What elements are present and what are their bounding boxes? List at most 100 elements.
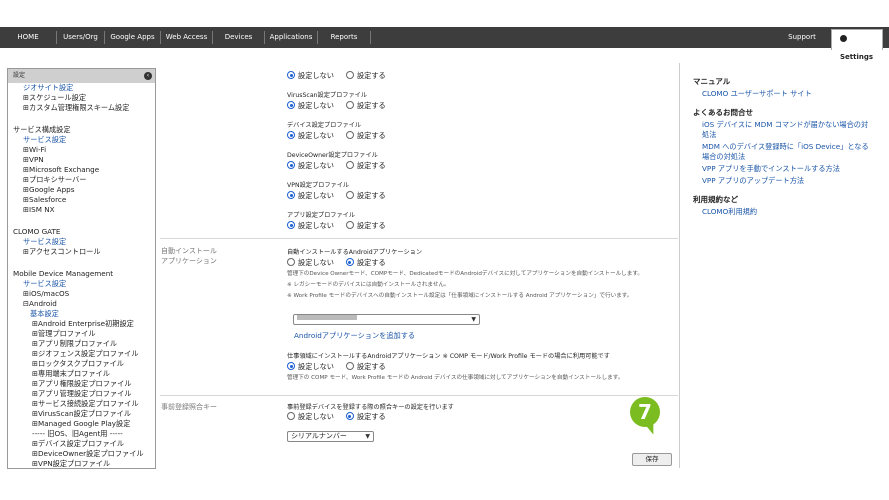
sidebar-item-salesforce[interactable]: ⊞Salesforce — [23, 195, 66, 204]
sidebar-item-device-profile[interactable]: ⊞デバイス設定プロファイル — [32, 439, 124, 449]
radio-on[interactable] — [345, 362, 354, 370]
radio-on[interactable] — [345, 191, 354, 199]
tab-web-access[interactable]: Web Access — [161, 27, 212, 48]
sidebar-section-service-config: サービス構成設定 — [13, 125, 71, 134]
sidebar-item-app-restriction[interactable]: ⊞アプリ制限プロファイル — [32, 339, 117, 349]
sidebar-header: 設定 ‹ — [8, 69, 155, 83]
radio-off[interactable] — [287, 191, 295, 199]
sidebar-item-app-permission[interactable]: ⊞アプリ権限設定プロファイル — [32, 379, 131, 389]
sidebar-item-ae-initial[interactable]: ⊞Android Enterprise初期設定 — [32, 319, 134, 329]
tab-support[interactable]: Support — [780, 27, 824, 48]
prereg-title: 事前登録デバイスを登録する際の照合キーの設定を行います — [287, 404, 454, 411]
radio-off[interactable] — [287, 412, 295, 420]
sidebar-item-geofence[interactable]: ⊞ジオフェンス設定プロファイル — [32, 349, 139, 359]
sidebar-item-ios-macos[interactable]: ⊞iOS/macOS — [23, 289, 69, 298]
tab-users-org[interactable]: Users/Org — [57, 27, 104, 48]
sidebar-item-proxy[interactable]: ⊞プロキシサーバー — [23, 175, 86, 185]
sidebar-item-locktask[interactable]: ⊞ロックタスクプロファイル — [32, 359, 124, 369]
radio-off-label: 設定しない — [298, 191, 334, 200]
radio-off[interactable] — [287, 71, 295, 79]
sidebar-item-ism-nx[interactable]: ⊞ISM NX — [23, 205, 55, 214]
sidebar-item-mdm-service[interactable]: サービス設定 — [23, 279, 66, 289]
radio-off[interactable] — [287, 221, 295, 229]
tab-applications[interactable]: Applications — [265, 27, 317, 48]
radio-off[interactable] — [287, 362, 295, 370]
save-button[interactable]: 保存 — [632, 453, 672, 466]
faq-link-vpp-update[interactable]: VPP アプリのアップデート方法 — [702, 176, 804, 186]
sidebar-item-exchange[interactable]: ⊞Microsoft Exchange — [23, 165, 99, 174]
radio-on[interactable] — [345, 161, 354, 169]
faq-link-mdm-command[interactable]: iOS デバイスに MDM コマンドが届かない場合の対 — [702, 120, 868, 130]
radio-off[interactable] — [287, 161, 295, 169]
sidebar-item-deviceowner-profile[interactable]: ⊞DeviceOwner設定プロファイル — [32, 449, 144, 459]
faq-link-mdm-command-cont[interactable]: 処法 — [702, 130, 716, 140]
sidebar-item-managed-google-play[interactable]: ⊞Managed Google Play設定 — [32, 419, 130, 429]
sidebar-item-service-settings[interactable]: サービス設定 — [23, 135, 66, 145]
sidebar-item-geosite[interactable]: ジオサイト設定 — [23, 83, 73, 93]
radio-group-prev: 設定しない 設定する — [287, 71, 386, 81]
radio-off[interactable] — [287, 101, 295, 109]
sidebar-item-vpn[interactable]: ⊞VPN — [23, 155, 44, 164]
sidebar-item-dedicated[interactable]: ⊞専用端末プロファイル — [32, 369, 110, 379]
radio-on[interactable] — [345, 101, 354, 109]
radio-off-label: 設定しない — [298, 71, 334, 80]
sidebar-item-basic-settings[interactable]: 基本設定 — [30, 309, 59, 319]
terms-link[interactable]: CLOMO利用規約 — [702, 207, 757, 217]
collapse-icon[interactable]: ‹ — [144, 72, 152, 80]
sidebar-section-mdm: Mobile Device Management — [13, 269, 114, 278]
sidebar-item-vpn-profile[interactable]: ⊞VPN設定プロファイル — [32, 459, 110, 468]
radio-group-deviceowner: 設定しない 設定する — [287, 161, 386, 171]
sidebar-item-management-profile[interactable]: ⊞管理プロファイル — [32, 329, 96, 339]
radio-off-label: 設定しない — [298, 412, 334, 421]
prereg-key-select[interactable]: シリアルナンバー ▼ — [287, 431, 374, 442]
radio-off-label: 設定しない — [298, 258, 334, 267]
sidebar-section-clomo-gate: CLOMO GATE — [13, 227, 61, 236]
faq-link-ios-device-cont[interactable]: 場合の対処法 — [702, 152, 745, 162]
tab-devices[interactable]: Devices — [213, 27, 264, 48]
android-app-select[interactable]: ▼ — [293, 314, 480, 325]
add-android-app-link[interactable]: Androidアプリケーションを追加する — [294, 331, 415, 341]
profile-label-vpn: VPN設定プロファイル — [287, 182, 350, 189]
radio-group-auto-install: 設定しない 設定する — [287, 258, 386, 268]
tab-settings[interactable]: Settings — [831, 29, 883, 61]
radio-on[interactable] — [345, 131, 354, 139]
tab-home[interactable]: HOME — [0, 27, 56, 48]
radio-on[interactable] — [345, 71, 354, 79]
radio-on-label: 設定する — [356, 362, 386, 371]
sidebar-item-gate-service[interactable]: サービス設定 — [23, 237, 66, 247]
radio-group-prereg: 設定しない 設定する — [287, 412, 386, 422]
sidebar-divider-legacy: ----- 旧OS、旧Agent用 ----- — [32, 429, 123, 438]
faq-link-ios-device[interactable]: MDM へのデバイス登録時に「iOS Device」となる — [702, 142, 869, 152]
nav-divider — [370, 31, 371, 44]
sidebar-item-custom-permission[interactable]: ⊞カスタム管理権限スキーム設定 — [23, 103, 129, 113]
profile-label-deviceowner: DeviceOwner設定プロファイル — [287, 152, 378, 159]
radio-on-label: 設定する — [356, 412, 386, 421]
radio-on-label: 設定する — [356, 258, 386, 267]
work-profile-note: 管理下の COMP モード、Work Profile モードの Android … — [287, 375, 624, 381]
faq-link-vpp-manual[interactable]: VPP アプリを手動でインストールする方法 — [702, 164, 840, 174]
sidebar-item-google-apps[interactable]: ⊞Google Apps — [23, 185, 74, 194]
radio-on[interactable] — [345, 412, 354, 420]
tab-reports[interactable]: Reports — [318, 27, 370, 48]
radio-off[interactable] — [287, 258, 295, 266]
sidebar-item-android[interactable]: ⊟Android — [23, 299, 57, 308]
auto-install-note: 管理下のDevice Ownerモード、COMPモード、Dedicatedモード… — [287, 271, 644, 277]
terms-heading: 利用規約など — [693, 195, 738, 204]
radio-on[interactable] — [345, 221, 354, 229]
support-site-link[interactable]: CLOMO ユーザーサポート サイト — [702, 89, 812, 99]
radio-group-app: 設定しない 設定する — [287, 221, 386, 231]
sidebar-item-virusscan[interactable]: ⊞VirusScan設定プロファイル — [32, 409, 131, 419]
sidebar-item-access-control[interactable]: ⊞アクセスコントロール — [23, 247, 101, 257]
sidebar-item-app-management[interactable]: ⊞アプリ管理設定プロファイル — [32, 389, 131, 399]
radio-off-label: 設定しない — [298, 131, 334, 140]
auto-install-note: ※ Work Profile モードのデバイスへの自動インストール設定は「仕事領… — [287, 293, 633, 299]
sidebar-item-wifi[interactable]: ⊞Wi-Fi — [23, 145, 46, 154]
section-divider — [160, 238, 678, 239]
sidebar-item-service-connection[interactable]: ⊞サービス接続設定プロファイル — [32, 399, 139, 409]
sidebar-item-schedule[interactable]: ⊞スケジュール設定 — [23, 93, 86, 103]
radio-on[interactable] — [345, 258, 354, 266]
faq-heading: よくあるお問合せ — [693, 108, 753, 117]
radio-off[interactable] — [287, 131, 295, 139]
tab-google-apps[interactable]: Google Apps — [105, 27, 160, 48]
radio-on-label: 設定する — [356, 221, 386, 230]
